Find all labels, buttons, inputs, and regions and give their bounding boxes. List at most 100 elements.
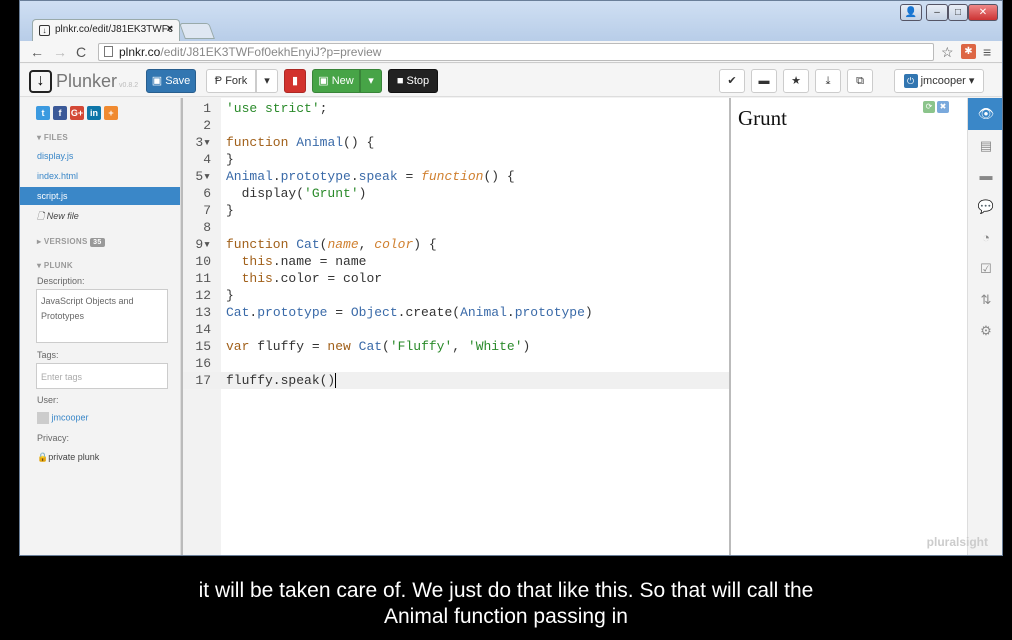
save-icon: ▣	[151, 75, 166, 87]
code-line: 16	[195, 356, 211, 371]
fork-icon: Ᵽ	[214, 75, 226, 87]
code-line: 7}	[203, 203, 234, 218]
caption-line-1: it will be taken care of. We just do tha…	[198, 579, 814, 602]
new-label: New	[331, 75, 354, 87]
delete-button[interactable]: ▮	[284, 69, 306, 93]
new-file-icon: 🗋	[37, 211, 47, 221]
user-link-label: jmcooper	[51, 412, 89, 423]
code-line: 12}	[195, 288, 234, 303]
new-file-icon: ▣	[318, 75, 332, 87]
code-line: 3▾ function Animal() {	[195, 135, 375, 150]
file-item-display-js[interactable]: display.js	[20, 147, 180, 165]
plunker-logo-icon: ↓	[29, 69, 52, 93]
tab-close-icon[interactable]: ×	[167, 23, 173, 35]
file-item-script-js[interactable]: script.js	[20, 187, 180, 205]
code-line: 13 Cat.prototype = Object.create(Animal.p…	[195, 305, 593, 320]
expand-preview-icon[interactable]: ✖	[937, 101, 949, 113]
comments-icon[interactable]: 💬	[968, 199, 1002, 215]
user-link[interactable]: jmcooper	[37, 412, 89, 424]
stop-label: Stop	[406, 75, 430, 87]
back-icon[interactable]: ←	[30, 43, 44, 61]
dashboard-icon[interactable]: ◔	[968, 230, 1002, 245]
external-link-button[interactable]: ⧉	[847, 69, 873, 93]
book-icon[interactable]: ▤	[968, 138, 1002, 154]
preview-eye-icon[interactable]: 👁	[968, 98, 1002, 130]
star-icon: ★	[791, 75, 801, 87]
caret-down-icon: ▾	[968, 75, 975, 87]
file-item-index-html[interactable]: index.html	[20, 167, 180, 185]
user-icon[interactable]: 👤	[900, 4, 922, 21]
briefcase-button[interactable]: ▬	[751, 69, 777, 93]
tags-input[interactable]: Enter tags	[36, 363, 168, 389]
reload-icon[interactable]: C	[76, 43, 86, 61]
files-header[interactable]: ▾ FILES	[37, 133, 68, 142]
code-editor[interactable]: 1'use strict'; 2 3▾ function Animal() { 4…	[183, 98, 729, 555]
code-line: 11 this.color = color	[195, 271, 383, 286]
close-window-button[interactable]: ✕	[968, 4, 998, 21]
caret-down-icon: ▾	[368, 75, 374, 87]
text-caret	[335, 373, 337, 389]
address-bar-row: ← → C plnkr.co/edit/J81EK3TWFof0ekhEnyiJ…	[20, 41, 1002, 63]
google-plus-icon[interactable]: G+	[70, 106, 84, 120]
privacy-value-label: private plunk	[48, 452, 100, 462]
fork-button[interactable]: Ᵽ Fork	[206, 69, 256, 93]
new-dropdown-button[interactable]: ▾	[360, 69, 382, 93]
refresh-preview-icon[interactable]: ⟳	[923, 101, 935, 113]
gear-icon[interactable]: ⚙	[968, 323, 1002, 339]
checkbox-icon[interactable]: ☑	[968, 261, 1002, 277]
code-line: 5▾ Animal.prototype.speak = function() {	[195, 169, 515, 184]
check-button[interactable]: ✔	[719, 69, 745, 93]
browser-tab[interactable]: ↓ plnkr.co/edit/J81EK3TWFc ×	[32, 19, 180, 41]
facebook-icon[interactable]: f	[53, 106, 67, 120]
new-file-item[interactable]: 🗋 New file	[20, 207, 180, 225]
linkedin-icon[interactable]: in	[87, 106, 101, 120]
new-tab-button[interactable]	[179, 23, 215, 39]
maximize-button[interactable]: □	[948, 4, 968, 21]
minimize-button[interactable]: –	[926, 4, 948, 21]
check-icon: ✔	[727, 75, 737, 87]
user-avatar-icon	[37, 412, 49, 424]
extension-icon[interactable]: ✱	[961, 44, 976, 59]
description-textarea[interactable]: JavaScript Objects and Prototypes	[36, 289, 168, 343]
brand-name: Plunker	[56, 70, 118, 91]
new-button[interactable]: ▣ New	[312, 69, 360, 93]
save-button[interactable]: ▣ Save	[146, 69, 196, 93]
forward-icon[interactable]: →	[53, 43, 67, 61]
stop-icon: ■	[396, 75, 407, 87]
code-line: 4}	[203, 152, 234, 167]
plunk-header[interactable]: ▾ PLUNK	[37, 261, 73, 270]
browser-window: ↓ plnkr.co/edit/J81EK3TWFc × 👤 – □ ✕ ← →…	[19, 0, 1003, 556]
twitter-icon[interactable]: t	[36, 106, 50, 120]
bookmark-star-icon[interactable]: ☆	[941, 43, 954, 61]
download-button[interactable]: ⤓	[815, 69, 841, 93]
versions-header[interactable]: ▸ VERSIONS 35	[37, 237, 105, 247]
fork-dropdown-button[interactable]: ▾	[256, 69, 278, 93]
new-file-label: New file	[46, 211, 79, 221]
user-label: User:	[37, 395, 59, 405]
right-toolbar: 👁 ▤ ▬ 💬 ◔ ☑ ⇅ ⚙	[967, 98, 1002, 555]
brand-version: v0.8.2	[119, 81, 139, 89]
add-share-icon[interactable]: +	[104, 106, 118, 120]
current-line-number: 17	[195, 373, 211, 388]
menu-icon[interactable]: ≡	[983, 43, 991, 61]
preview-pane: Grunt ⟳ ✖	[731, 98, 967, 555]
tags-label: Tags:	[37, 350, 59, 360]
preview-output: Grunt	[738, 106, 787, 130]
star-button[interactable]: ★	[783, 69, 809, 93]
user-menu-button[interactable]: ⏻ jmcooper ▾	[894, 69, 984, 93]
title-bar: ↓ plnkr.co/edit/J81EK3TWFc × 👤 – □ ✕	[20, 1, 1002, 41]
url-path: /edit/J81EK3TWFof0ekhEnyiJ?p=preview	[160, 45, 382, 59]
user-name: jmcooper	[920, 75, 966, 87]
url-field[interactable]: plnkr.co/edit/J81EK3TWFof0ekhEnyiJ?p=pre…	[98, 43, 934, 61]
sort-icon[interactable]: ⇅	[968, 292, 1002, 308]
briefcase-icon[interactable]: ▬	[968, 168, 1002, 183]
plunker-toolbar: ↓ Plunker v0.8.2 ▣ Save Ᵽ Fork ▾ ▮ ▣ New…	[20, 64, 1002, 97]
code-line: 14	[195, 322, 211, 337]
plunker-brand[interactable]: ↓ Plunker v0.8.2	[29, 69, 138, 93]
caption-line-2: Animal function passing in	[384, 605, 628, 628]
versions-count-badge: 35	[90, 238, 105, 247]
download-icon: ⤓	[825, 75, 831, 87]
stop-button[interactable]: ■ Stop	[388, 69, 438, 93]
user-avatar-icon: ⏻	[903, 74, 918, 89]
briefcase-icon: ▬	[758, 75, 770, 87]
